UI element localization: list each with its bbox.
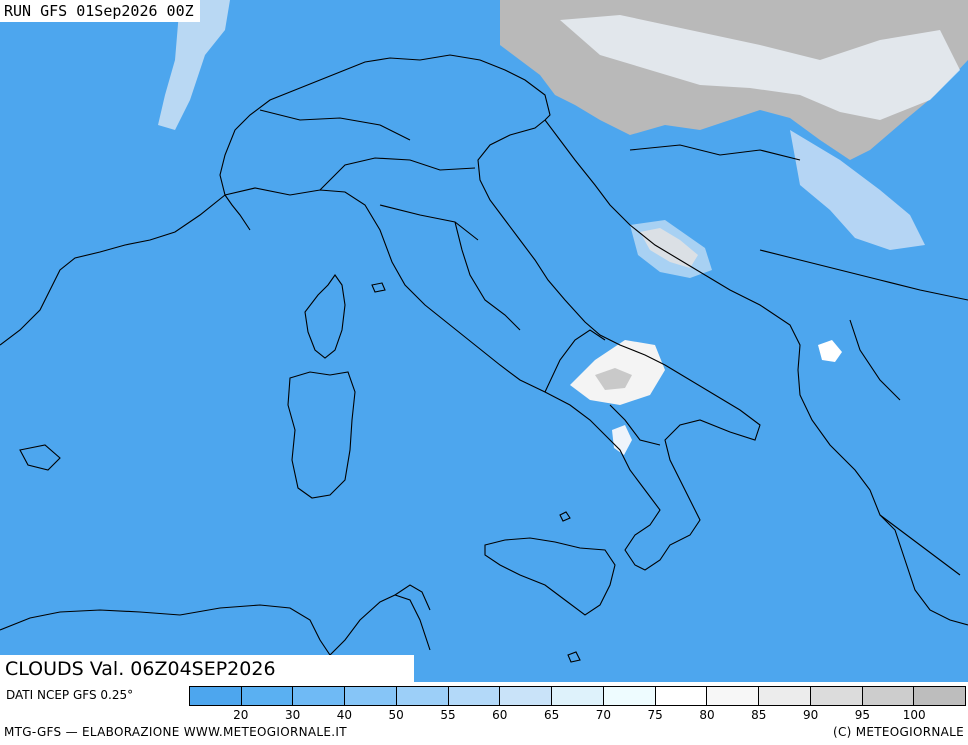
legend-tick-label: 30	[284, 708, 301, 722]
legend-swatch	[759, 687, 811, 705]
legend-swatch	[707, 687, 760, 705]
legend-tick-label: 100	[902, 708, 926, 722]
legend-swatch	[293, 687, 346, 705]
legend-tick-label: 95	[854, 708, 871, 722]
legend-swatch	[862, 687, 915, 705]
legend-swatch	[345, 687, 397, 705]
legend-tick-label: 65	[543, 708, 560, 722]
legend-tick-label: 70	[595, 708, 612, 722]
legend-tick-label: 20	[233, 708, 249, 722]
cloud-cover-map	[0, 0, 968, 682]
legend-tick-label: 90	[802, 708, 819, 722]
legend-swatch	[810, 687, 863, 705]
legend-tick-label: 40	[336, 708, 353, 722]
legend-swatch	[914, 687, 966, 705]
legend-tick-label: 60	[492, 708, 508, 722]
legend-swatch	[655, 687, 708, 705]
legend-swatch	[552, 687, 604, 705]
legend-tick-label: 55	[440, 708, 456, 722]
legend-swatch	[500, 687, 553, 705]
legend-tick-label: 80	[699, 708, 715, 722]
map-title: CLOUDS Val. 06Z04SEP2026	[0, 655, 414, 683]
run-label: RUN GFS 01Sep2026 00Z	[0, 0, 200, 22]
legend-swatch	[190, 687, 242, 705]
legend-tick-label: 85	[751, 708, 767, 722]
footer-copyright: (C) METEOGIORNALE	[832, 725, 964, 739]
legend-tick-label: 75	[647, 708, 663, 722]
footer-credit: MTG-GFS — ELABORAZIONE WWW.METEOGIORNALE…	[4, 725, 347, 739]
legend-tick-label: 50	[388, 708, 404, 722]
weather-map-frame: RUN GFS 01Sep2026 00Z CLOUDS Val. 06Z04S…	[0, 0, 968, 745]
data-source-label: DATI NCEP GFS 0.25°	[6, 688, 134, 702]
legend-swatch	[448, 687, 501, 705]
legend-tick-labels: 20 30 40 50 55 60 65 70 75 80 85 90 95 100	[189, 707, 966, 723]
legend-swatch	[603, 687, 656, 705]
legend-swatch	[396, 687, 449, 705]
cloud-cover-legend	[189, 686, 966, 706]
legend-swatch	[241, 687, 294, 705]
